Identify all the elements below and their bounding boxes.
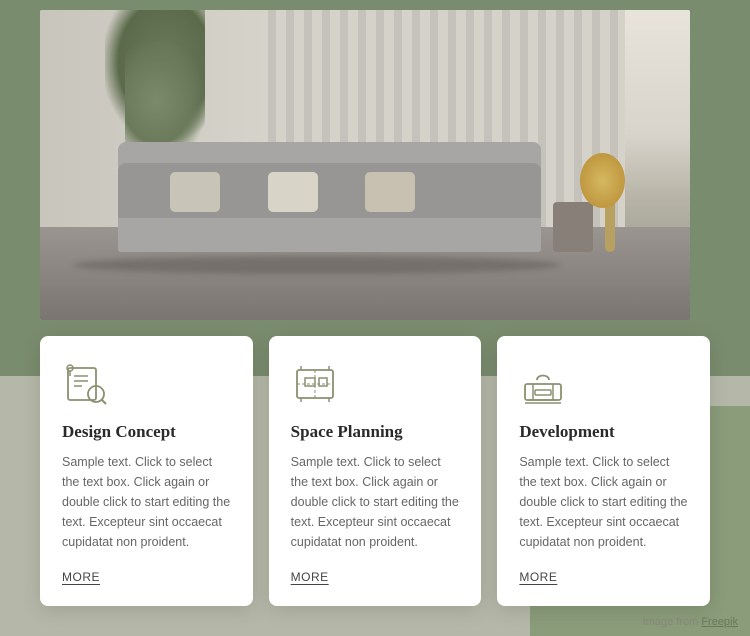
card-design-concept: Design Concept Sample text. Click to sel… (40, 336, 253, 606)
development-icon (519, 360, 567, 408)
card-development-title: Development (519, 422, 688, 442)
card-space-planning-text: Sample text. Click to select the text bo… (291, 452, 460, 552)
cards-section: Design Concept Sample text. Click to sel… (40, 336, 710, 606)
space-planning-icon (291, 360, 339, 408)
card-space-planning: Space Planning Sample text. Click to sel… (269, 336, 482, 606)
card-development: Development Sample text. Click to select… (497, 336, 710, 606)
design-concept-icon-wrapper (62, 360, 110, 408)
card-space-planning-more[interactable]: MORE (291, 570, 329, 584)
design-icon (62, 360, 110, 408)
card-development-more[interactable]: MORE (519, 570, 557, 584)
freepik-link[interactable]: Freepik (701, 616, 738, 628)
space-planning-icon-wrapper (291, 360, 339, 408)
development-icon-wrapper (519, 360, 567, 408)
page-wrapper: Design Concept Sample text. Click to sel… (0, 0, 750, 636)
image-credit-text: Image from (643, 616, 699, 628)
card-design-concept-more[interactable]: MORE (62, 570, 100, 584)
card-space-planning-title: Space Planning (291, 422, 460, 442)
card-design-concept-title: Design Concept (62, 422, 231, 442)
image-credit: Image from Freepik (643, 616, 738, 628)
card-design-concept-text: Sample text. Click to select the text bo… (62, 452, 231, 552)
hero-image (40, 10, 690, 320)
card-development-text: Sample text. Click to select the text bo… (519, 452, 688, 552)
